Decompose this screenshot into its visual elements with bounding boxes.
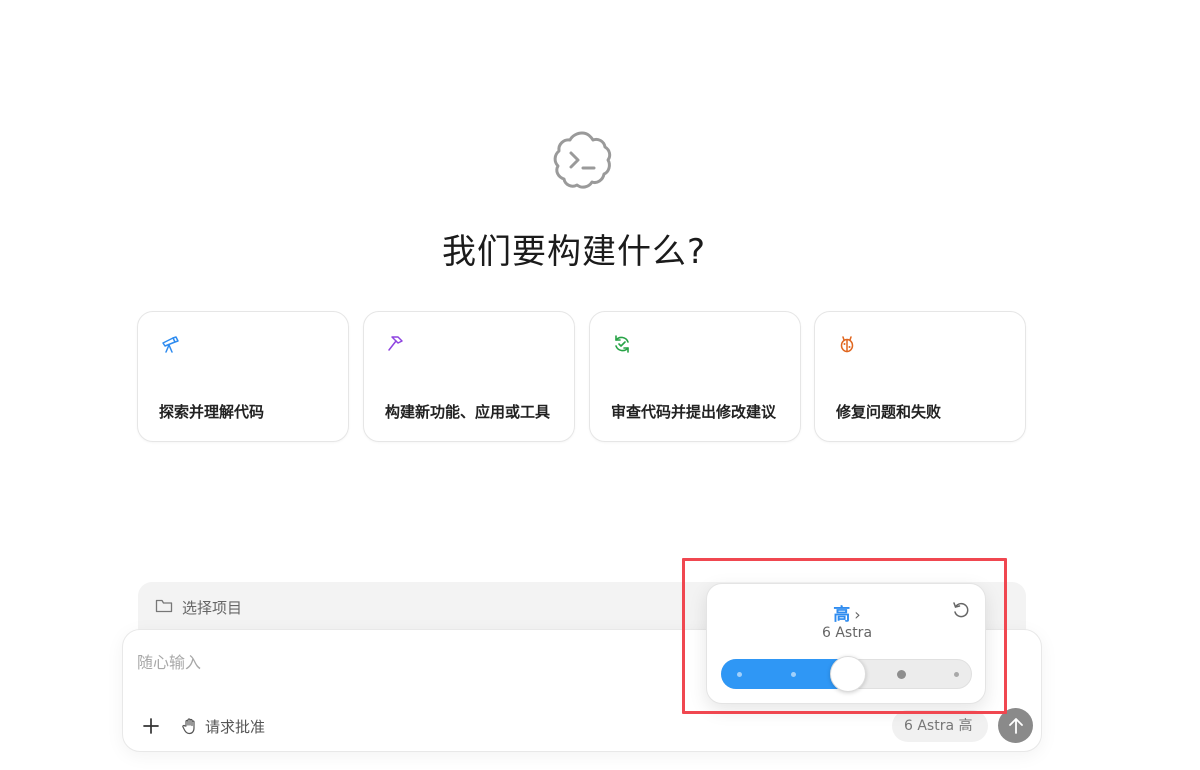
page-title: 我们要构建什么? bbox=[441, 232, 707, 272]
project-selector-label: 选择项目 bbox=[182, 599, 243, 617]
chevron-right-icon: › bbox=[854, 605, 861, 624]
card-label: 探索并理解代码 bbox=[159, 403, 265, 421]
slider-step-dot[interactable] bbox=[790, 671, 796, 677]
hammer-icon bbox=[388, 336, 403, 351]
card-explore-code[interactable]: 探索并理解代码 bbox=[137, 311, 349, 442]
app-logo-icon bbox=[553, 131, 612, 189]
card-label: 构建新功能、应用或工具 bbox=[385, 403, 551, 421]
folder-icon bbox=[155, 599, 173, 613]
reasoning-level-label: 高 bbox=[833, 605, 851, 625]
arrow-up-icon bbox=[1009, 718, 1023, 734]
reasoning-level-popover: 高 › 6 Astra bbox=[706, 583, 986, 704]
bug-icon bbox=[840, 336, 854, 353]
slider-step-dot[interactable] bbox=[897, 669, 907, 679]
card-label: 修复问题和失败 bbox=[836, 403, 942, 421]
card-label: 审查代码并提出修改建议 bbox=[611, 403, 777, 421]
model-name: 6 Astra bbox=[821, 625, 873, 641]
slider-knob[interactable] bbox=[829, 656, 866, 692]
card-build-feature[interactable]: 构建新功能、应用或工具 bbox=[363, 311, 575, 442]
hand-icon bbox=[182, 718, 195, 735]
send-button[interactable] bbox=[998, 708, 1033, 743]
review-refresh-icon bbox=[615, 335, 629, 353]
request-approval-button[interactable]: 请求批准 bbox=[181, 714, 265, 738]
card-fix-issues[interactable]: 修复问题和失败 bbox=[814, 311, 1026, 442]
reasoning-level-selector[interactable]: 高 › bbox=[707, 600, 987, 625]
model-selector-pill[interactable]: 6 Astra 高 bbox=[892, 710, 988, 742]
telescope-icon bbox=[162, 336, 179, 353]
slider-step-dot[interactable] bbox=[953, 671, 959, 677]
reasoning-level-slider[interactable] bbox=[721, 656, 972, 692]
request-approval-label: 请求批准 bbox=[205, 717, 266, 736]
message-input[interactable] bbox=[137, 648, 697, 676]
card-review-code[interactable]: 审查代码并提出修改建议 bbox=[589, 311, 801, 442]
slider-step-dot[interactable] bbox=[736, 671, 742, 677]
reset-icon[interactable] bbox=[951, 600, 971, 620]
add-attachment-icon[interactable] bbox=[139, 714, 163, 738]
